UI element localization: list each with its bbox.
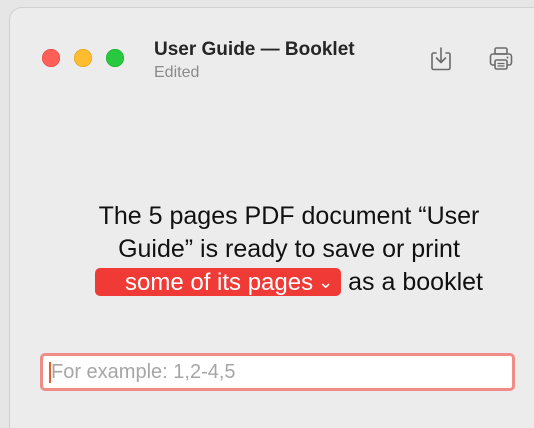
page-range-field[interactable] [40, 353, 515, 391]
page-selection-popup[interactable]: some of its pages ⌄ [95, 268, 342, 296]
document-status: Edited [154, 64, 200, 81]
zoom-window-button[interactable] [106, 49, 124, 67]
page-range-input[interactable] [43, 356, 512, 388]
text-caret [49, 362, 51, 383]
printer-icon [489, 47, 513, 70]
message-line-1: The 5 pages PDF document “User [98, 202, 480, 230]
message-line-3: some of its pages ⌄ as a booklet [10, 266, 534, 299]
message-line-3-suffix: as a booklet [348, 268, 483, 296]
minimize-window-button[interactable] [74, 49, 92, 67]
print-button[interactable] [486, 44, 516, 74]
booklet-window: User Guide — Booklet Edited The 5 pages … [10, 8, 534, 428]
page-selection-value: some of its pages [125, 269, 314, 296]
window-title: User Guide — Booklet [154, 39, 355, 60]
save-download-icon [431, 47, 451, 71]
close-window-button[interactable] [42, 49, 60, 67]
message-line-2: Guide” is ready to save or print [118, 235, 460, 263]
chevron-down-icon: ⌄ [318, 272, 334, 292]
save-button[interactable] [426, 44, 456, 74]
booklet-message: The 5 pages PDF document “User Guide” is… [10, 200, 534, 299]
